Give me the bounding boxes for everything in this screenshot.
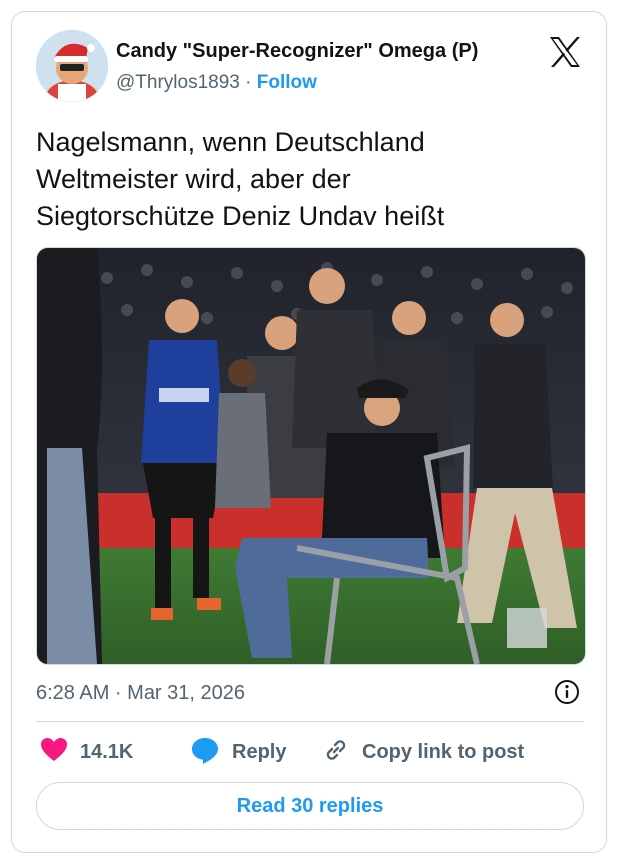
- reply-label: Reply: [232, 740, 287, 763]
- media-illustration: [37, 248, 585, 664]
- divider: [36, 721, 584, 722]
- separator: ·: [239, 72, 257, 93]
- read-replies-label: Read 30 replies: [236, 794, 384, 817]
- action-bar: 14.1K Reply Copy link to post: [36, 734, 584, 770]
- like-count: 14.1K: [80, 740, 134, 763]
- timestamp-row: 6:28 AM · Mar 31, 2026: [36, 678, 584, 708]
- info-icon[interactable]: [554, 679, 580, 705]
- tweet-media-image[interactable]: [36, 247, 586, 665]
- heart-icon: [40, 737, 68, 768]
- author-name[interactable]: Candy "Super-Recognizer" Omega (P): [116, 39, 478, 63]
- tweet-card: Candy "Super-Recognizer" Omega (P) @Thry…: [11, 11, 607, 853]
- timestamp[interactable]: 6:28 AM · Mar 31, 2026: [36, 682, 245, 704]
- tweet-text: Nagelsmann, wenn Deutschland Weltmeister…: [36, 127, 445, 231]
- copy-link-button[interactable]: Copy link to post: [322, 734, 524, 770]
- handle-row: @Thrylos1893 · Follow: [116, 71, 478, 95]
- copy-link-label: Copy link to post: [362, 740, 525, 763]
- reply-bubble-icon: [190, 735, 220, 770]
- author-info: Candy "Super-Recognizer" Omega (P) @Thry…: [116, 39, 478, 95]
- read-replies-button[interactable]: Read 30 replies: [36, 782, 584, 830]
- avatar[interactable]: [36, 30, 108, 102]
- link-icon: [322, 736, 350, 769]
- author-handle[interactable]: @Thrylos1893: [116, 72, 240, 93]
- follow-button[interactable]: Follow: [257, 72, 317, 93]
- x-logo-icon[interactable]: [548, 36, 582, 68]
- reply-button[interactable]: Reply: [190, 734, 286, 770]
- like-button[interactable]: 14.1K: [40, 734, 133, 770]
